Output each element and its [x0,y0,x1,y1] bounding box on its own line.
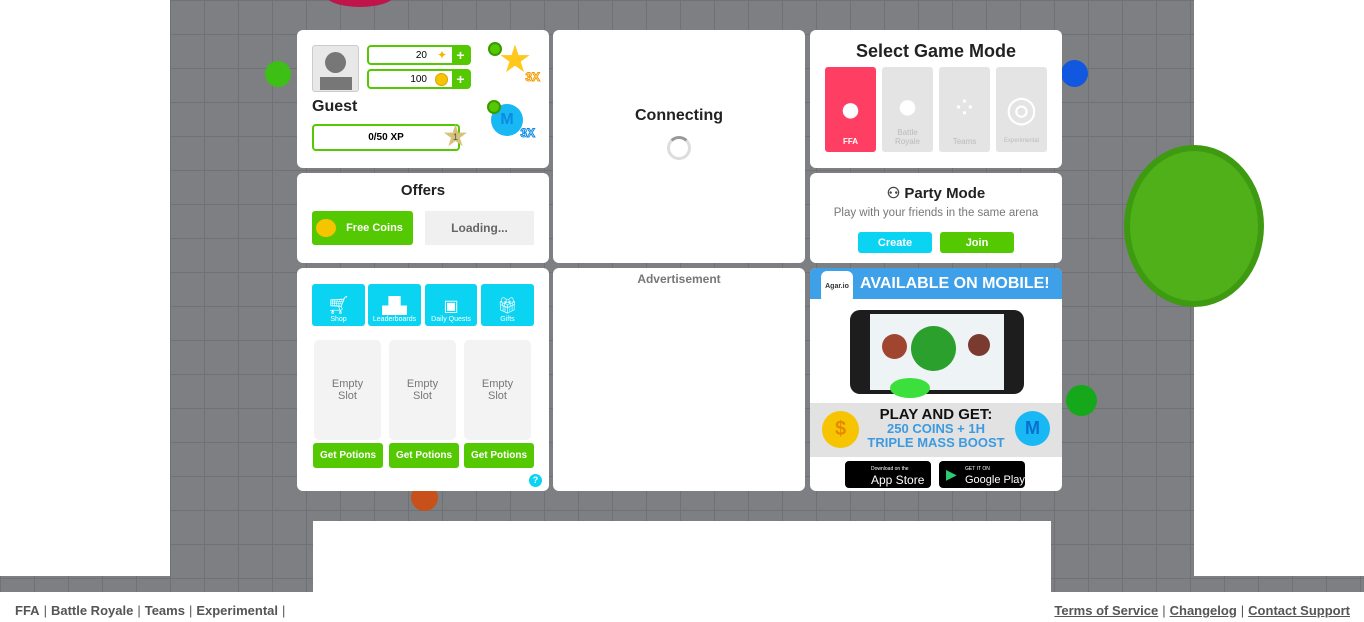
gift-icon: 🎁︎ [497,298,518,315]
cells-icon: ● [839,88,862,129]
daily-quests-button[interactable]: ▣ Daily Quests [425,284,477,326]
cell [1061,60,1088,87]
left-side-panel [0,0,170,576]
game-mode-panel: Select Game Mode ● FFA ● Battle Royale ⁘ Te… [810,30,1062,168]
advertisement-panel: Advertisement [553,268,805,491]
ad-label: Advertisement [637,272,721,286]
game-mode-title: Select Game Mode [855,41,1017,61]
get-potions-button[interactable]: Get Potions [464,443,534,468]
mobile-promo-banner[interactable]: AVAILABLE ON MOBILE! Agar.io PLAY AND GE… [810,268,1062,491]
party-title: Party Mode [904,185,986,202]
get-potions-button[interactable]: Get Potions [389,443,459,468]
get-potions-button[interactable]: Get Potions [313,443,383,468]
join-party-button[interactable]: Join [940,232,1014,253]
footer-link-contact-support[interactable]: Contact Support [1248,603,1350,618]
party-subtitle: Play with your friends in the same arena [833,207,1039,219]
cell [1124,145,1264,307]
xp-bar: 0/50 XP [312,124,460,151]
footer-right-links: Terms of Service | Changelog | Contact Suppo… [1054,603,1350,618]
chest-icon: ▣ [443,298,459,315]
coin-counter: 100 + [367,69,471,89]
mass-icon: M [1015,411,1050,446]
coin-icon [435,72,448,86]
footer-link-battle-royale[interactable]: Battle Royale [51,603,133,618]
cells-icon: ● [896,85,919,126]
add-coins-button[interactable]: + [452,71,469,87]
free-coins-label: Free Coins [346,222,403,234]
potion-slot: Empty Slot [389,340,456,440]
party-panel: ⚇ Party Mode Play with your friends in t… [810,173,1062,263]
footer-link-experimental[interactable]: Experimental [196,603,278,618]
plus-icon [488,42,502,56]
footer-link-ffa[interactable]: FFA [15,603,40,618]
cells-icon: ⁘ [951,92,978,125]
gifts-button[interactable]: 🎁︎ Gifts [481,284,534,326]
coins-icon [316,219,336,237]
potion-slot: Empty Slot [464,340,531,440]
connection-status: Connecting [635,107,723,124]
loading-spinner-icon [667,136,691,160]
xp-text: 0/50 XP [368,132,404,143]
mass-boost-value: 20 [415,49,427,61]
offers-title: Offers [400,182,446,199]
mode-teams[interactable]: ⁘ Teams [939,67,990,152]
cell [1066,385,1097,416]
agario-app-icon: Agar.io [821,271,853,303]
offers-panel: Offers Free Coins Loading... [297,173,549,263]
play-icon: ▶ [946,466,957,482]
mass-boost-counter: 20 ✦ + [367,45,471,65]
profile-panel: 20 ✦ + 100 + Guest 0/50 XP ★ 1 ★ 3X M 3X [297,30,549,168]
coins-value: 100 [410,73,427,85]
leaderboards-button[interactable]: ▟▙ Leaderboards [368,284,421,326]
bone-icon: ✦ [436,48,447,62]
create-party-button[interactable]: Create [858,232,932,253]
bottom-ad-area [313,521,1051,592]
shop-button[interactable]: 🛒︎ Shop [312,284,365,326]
potion-slot: Empty Slot [314,340,381,440]
podium-icon: ▟▙ [382,298,407,315]
connection-panel: Connecting [553,30,805,263]
footer-left-links: FFA | Battle Royale | Teams | Experimental | [15,603,286,618]
mode-experimental[interactable]: ◎ Experimental [996,67,1047,152]
xp-boost-button[interactable]: ★ 3X [488,40,541,85]
mode-ffa[interactable]: ● FFA [825,67,876,152]
cart-icon: 🛒︎ [327,295,350,315]
plus-icon [487,100,501,114]
menu-panel: 🛒︎ Shop ▟▙ Leaderboards ▣ Daily Quests 🎁︎ Gi… [297,268,549,491]
xp-boost-label: 3X [525,70,541,85]
cell [265,61,291,87]
ring-icon: ◎ [1005,88,1038,129]
phone-image [850,310,1024,398]
footer-link-teams[interactable]: Teams [145,603,185,618]
group-icon: ⚇ [886,185,901,202]
google-play-button[interactable]: ▶ GET IT ON Google Play [939,461,1025,488]
mode-battle-royale[interactable]: ● Battle Royale [882,67,933,152]
promo-offer: PLAY AND GET: 250 COINS + 1H TRIPLE MASS… [810,403,1062,457]
avatar[interactable] [312,45,359,92]
player-name: Guest [312,98,358,115]
coin-icon: $ [822,411,859,448]
free-coins-button[interactable]: Free Coins [312,211,413,245]
footer-link-terms[interactable]: Terms of Service [1054,603,1158,618]
add-boost-button[interactable]: + [452,47,469,63]
level-number: 1 [453,132,459,142]
app-store-button[interactable]: Download on the App Store [845,461,931,488]
offer-loading: Loading... [425,211,534,245]
mass-boost-label: 3X [520,126,536,141]
help-icon[interactable]: ? [529,474,542,487]
mass-boost-button[interactable]: M 3X [487,100,537,142]
footer-link-changelog[interactable]: Changelog [1170,603,1237,618]
